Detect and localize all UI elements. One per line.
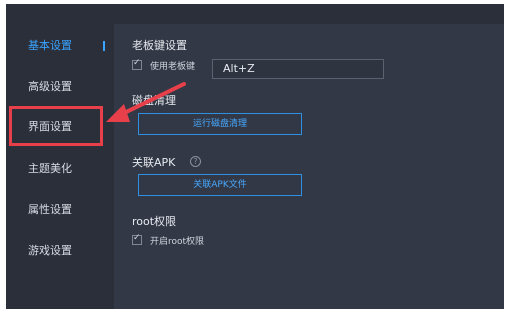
settings-window: 基本设置 高级设置 界面设置 主题美化 属性设置 游戏设置 老板键设置 ✓ 使用…: [6, 4, 504, 309]
annotation-arrow-icon: [106, 82, 186, 122]
